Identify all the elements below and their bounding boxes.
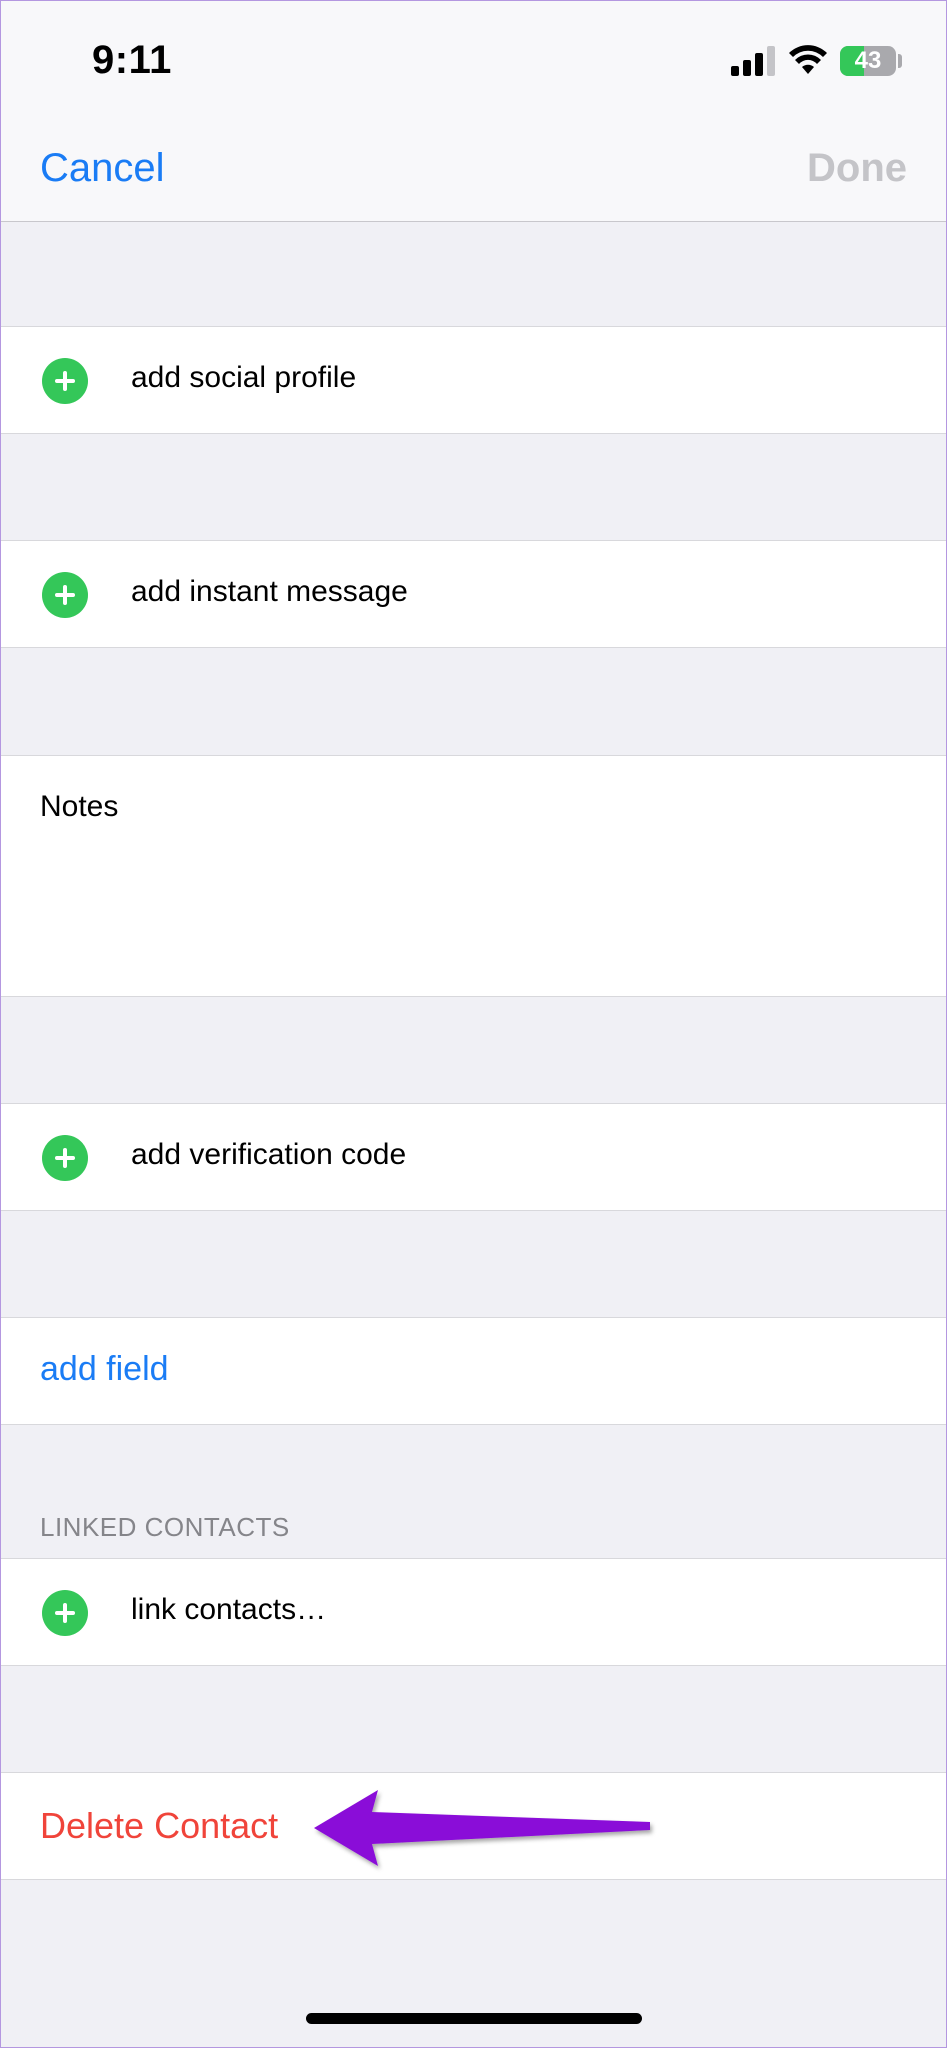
plus-circle-icon[interactable] [42, 1135, 88, 1181]
screenshot-border [0, 0, 947, 2048]
add-social-profile-row[interactable]: add social profile [0, 326, 947, 434]
battery-level: 43 [854, 47, 882, 74]
add-social-profile-label: add social profile [131, 361, 357, 394]
add-field-row[interactable]: add field [0, 1317, 947, 1425]
delete-contact-button[interactable]: Delete Contact [40, 1805, 278, 1847]
notes-label: Notes [40, 790, 119, 823]
link-contacts-label: link contacts… [131, 1593, 327, 1626]
annotation-arrow [314, 1790, 650, 1866]
notes-field[interactable]: Notes [0, 755, 947, 997]
done-button[interactable]: Done [807, 146, 907, 191]
battery-tip [898, 54, 902, 68]
add-verification-code-row[interactable]: add verification code [0, 1103, 947, 1211]
add-instant-message-label: add instant message [131, 575, 408, 608]
home-indicator [306, 2013, 642, 2024]
plus-circle-icon[interactable] [42, 1590, 88, 1636]
plus-circle-icon[interactable] [42, 358, 88, 404]
signal-icon [731, 46, 775, 76]
linked-contacts-header: LINKED CONTACTS [40, 1512, 290, 1542]
battery-icon: 43 [840, 46, 896, 76]
link-contacts-row[interactable]: link contacts… [0, 1558, 947, 1666]
status-bar: 9:11 43 [0, 0, 947, 120]
cancel-button[interactable]: Cancel [40, 146, 165, 191]
add-verification-code-label: add verification code [131, 1138, 407, 1171]
navigation-bar: Cancel Done [0, 120, 947, 222]
status-time: 9:11 [92, 38, 172, 82]
plus-circle-icon[interactable] [42, 572, 88, 618]
add-instant-message-row[interactable]: add instant message [0, 540, 947, 648]
add-field-button[interactable]: add field [40, 1350, 169, 1389]
wifi-icon [789, 45, 827, 74]
